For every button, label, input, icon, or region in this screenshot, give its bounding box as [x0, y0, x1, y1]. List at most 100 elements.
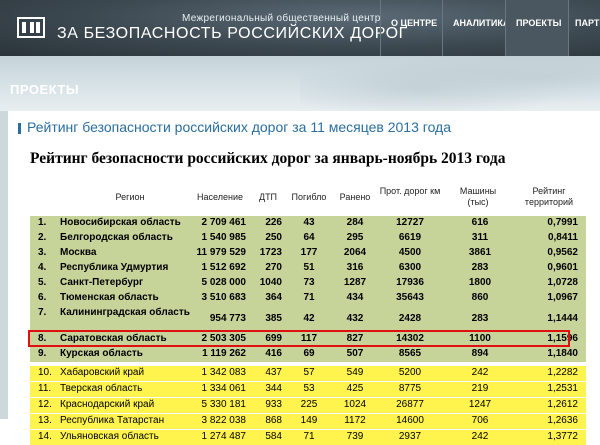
cell-injured: 284 — [346, 217, 364, 228]
cell-dtp: 226 — [265, 217, 282, 228]
table-row: 11. Тверская область 1 334 061 344 53 42… — [30, 381, 586, 397]
cell-rating: 0,9601 — [547, 262, 578, 273]
logo-icon[interactable] — [17, 17, 45, 38]
cell-region: Белгородская область — [60, 232, 173, 243]
cell-roads: 12727 — [396, 217, 424, 228]
site-header: Межрегиональный общественный центр ЗА БЕ… — [0, 0, 600, 56]
cell-num: 10. — [38, 367, 52, 378]
nav-projects[interactable]: ПРОЕКТЫ — [505, 0, 568, 56]
main-nav: О ЦЕНТРЕ АНАЛИТИКА ПРОЕКТЫ ПАРТНЕ — [380, 0, 600, 56]
cell-injured: 425 — [346, 383, 364, 394]
cell-killed: 149 — [300, 415, 318, 426]
cell-population: 3 822 038 — [201, 415, 247, 426]
cell-dtp: 344 — [265, 383, 282, 394]
cell-dtp: 250 — [265, 232, 282, 243]
cell-dtp: 933 — [265, 399, 282, 410]
cell-region: Тюменская область — [60, 292, 159, 303]
cell-num: 2. — [38, 232, 47, 243]
cell-dtp: 1723 — [259, 247, 282, 258]
cell-cars: 219 — [471, 383, 489, 394]
cell-cars: 1800 — [468, 277, 492, 288]
cell-population: 1 512 692 — [201, 262, 247, 273]
org-title[interactable]: ЗА БЕЗОПАСНОСТЬ РОССИЙСКИХ ДОРОГ — [57, 25, 408, 43]
cell-killed: 225 — [300, 399, 318, 410]
cell-killed: 71 — [303, 431, 315, 442]
cell-region: Краснодарский край — [60, 399, 155, 410]
cell-roads: 26877 — [396, 399, 424, 410]
page-heading[interactable]: Рейтинг безопасности российских дорог за… — [18, 119, 451, 135]
cell-num: 14. — [38, 431, 52, 442]
nav-partners[interactable]: ПАРТНЕ — [568, 0, 600, 56]
cell-region: Саратовская область — [60, 333, 167, 344]
cell-num: 6. — [38, 292, 47, 303]
cell-injured: 1172 — [344, 415, 366, 426]
col-dtp: ДТП — [258, 192, 278, 202]
cell-population: 1 274 487 — [201, 431, 247, 442]
cell-dtp: 385 — [265, 313, 282, 324]
col-cars: Машины (тыс) — [459, 186, 497, 207]
cell-population: 1 334 061 — [201, 383, 247, 394]
cell-cars: 242 — [471, 367, 489, 378]
cell-region: Тверская область — [60, 383, 143, 394]
cell-cars: 1247 — [468, 399, 492, 410]
col-injured: Ранено — [339, 192, 371, 202]
cell-roads: 6619 — [398, 232, 422, 243]
cell-dtp: 416 — [265, 348, 282, 359]
cell-population: 5 330 181 — [201, 399, 247, 410]
table-row: 6. Тюменская область 3 510 683 364 71 43… — [30, 291, 586, 306]
table-row: 12. Краснодарский край 5 330 181 933 225… — [30, 397, 586, 413]
nav-about[interactable]: О ЦЕНТРЕ — [380, 0, 442, 56]
cell-cars: 3861 — [468, 247, 492, 258]
cell-region: Калининградская область — [60, 307, 190, 318]
cell-killed: 177 — [300, 247, 318, 258]
cell-num: 4. — [38, 262, 47, 273]
cell-killed: 117 — [300, 333, 318, 344]
cell-region: Ульяновская область — [60, 431, 159, 442]
table-row: 5. Санкт-Петербург 5 028 000 1040 73 128… — [30, 276, 586, 291]
cell-population: 954 773 — [209, 313, 246, 324]
cell-region: Курская область — [60, 348, 143, 359]
cell-cars: 894 — [471, 348, 489, 359]
cell-roads: 6300 — [398, 262, 422, 273]
cell-cars: 283 — [471, 313, 489, 324]
col-rating: Рейтинг территорий — [524, 186, 574, 207]
cell-num: 8. — [38, 333, 47, 344]
cell-region: Хабаровский край — [60, 367, 145, 378]
cell-region: Республика Удмуртия — [60, 262, 169, 273]
cell-dtp: 584 — [265, 431, 282, 442]
cell-region: Москва — [60, 247, 97, 258]
col-region: Регион — [115, 192, 145, 202]
cell-num: 9. — [38, 348, 47, 359]
cell-cars: 616 — [471, 217, 489, 228]
nav-analytics[interactable]: АНАЛИТИКА — [442, 0, 505, 56]
cell-cars: 242 — [471, 431, 489, 442]
cell-killed: 57 — [303, 367, 315, 378]
rating-table: Регион Население ДТП Погибло Ранено Прот… — [30, 184, 586, 445]
cell-num: 5. — [38, 277, 47, 288]
cell-roads: 14302 — [396, 333, 424, 344]
section-banner: ПРОЕКТЫ — [0, 56, 600, 111]
cell-region: Санкт-Петербург — [60, 277, 144, 288]
cell-rating: 0,9562 — [547, 247, 578, 258]
table-row: 4. Республика Удмуртия 1 512 692 270 51 … — [30, 261, 586, 276]
cell-rating: 1,3772 — [547, 431, 578, 442]
cell-killed: 69 — [303, 348, 315, 359]
cell-injured: 1024 — [343, 399, 367, 410]
cell-dtp: 364 — [265, 292, 282, 303]
cell-roads: 4500 — [398, 247, 422, 258]
cell-roads: 5200 — [398, 367, 422, 378]
cell-population: 11 979 529 — [196, 247, 247, 258]
table-row: 10. Хабаровский край 1 342 083 437 57 54… — [30, 366, 586, 381]
cell-killed: 43 — [303, 217, 315, 228]
cell-population: 2 503 305 — [201, 333, 247, 344]
cell-injured: 827 — [346, 333, 364, 344]
cell-cars: 706 — [471, 415, 489, 426]
cell-cars: 860 — [471, 292, 489, 303]
table-row: 3. Москва 11 979 529 1723 177 2064 4500 … — [30, 246, 586, 261]
cell-cars: 283 — [471, 262, 489, 273]
article-title: Рейтинг безопасности российских дорог за… — [30, 150, 506, 167]
cell-killed: 71 — [303, 292, 315, 303]
table-row: 8. Саратовская область 2 503 305 699 117… — [30, 332, 586, 347]
cell-injured: 739 — [346, 431, 364, 442]
table-row: 1. Новосибирская область 2 709 461 226 4… — [30, 216, 586, 231]
